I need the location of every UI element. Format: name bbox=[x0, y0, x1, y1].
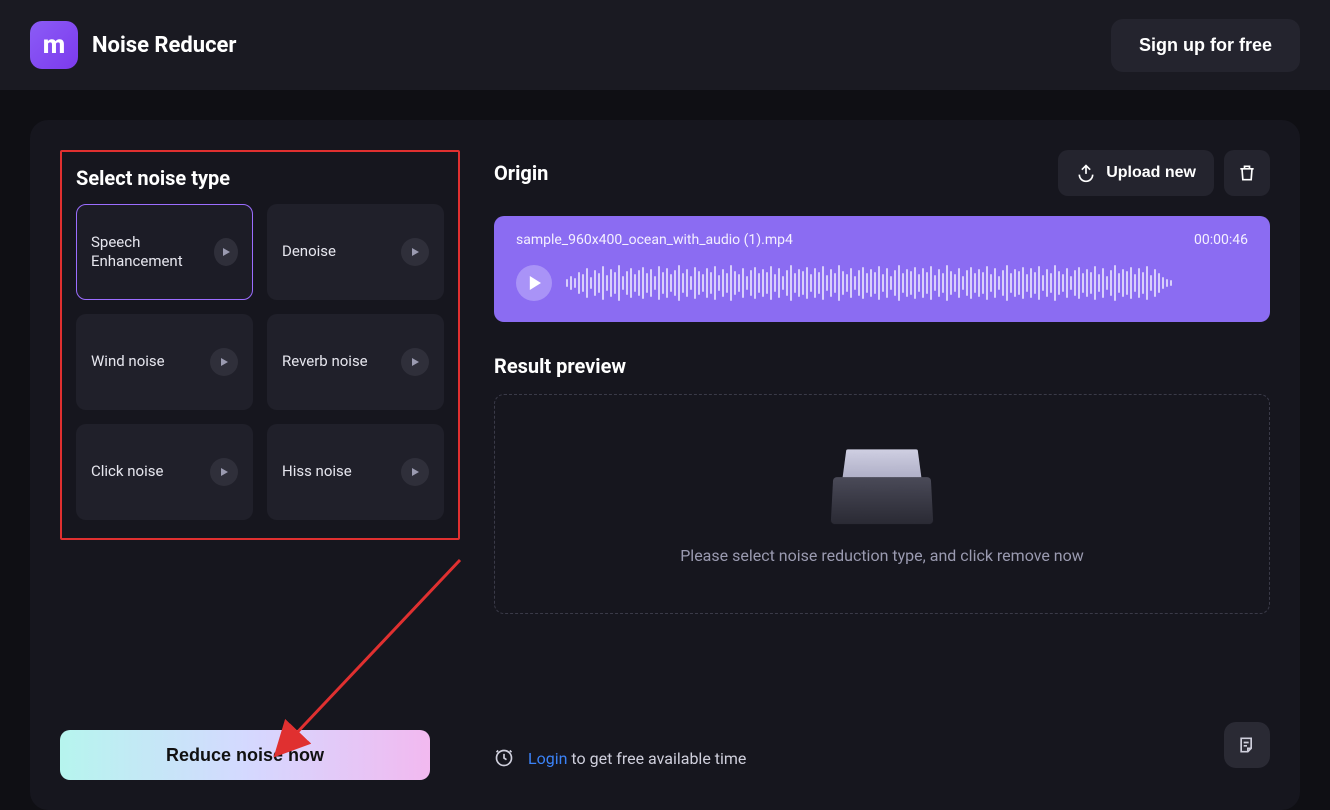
noise-type-reverb-noise[interactable]: Reverb noise bbox=[267, 314, 444, 410]
noise-type-wind-noise[interactable]: Wind noise bbox=[76, 314, 253, 410]
play-icon[interactable] bbox=[210, 348, 238, 376]
app-title: Noise Reducer bbox=[92, 33, 237, 58]
noise-type-label: Speech Enhancement bbox=[91, 233, 214, 272]
audio-duration: 00:00:46 bbox=[1194, 232, 1248, 248]
header: m Noise Reducer Sign up for free bbox=[0, 0, 1330, 90]
feedback-button[interactable] bbox=[1224, 722, 1270, 768]
noise-type-speech-enhancement[interactable]: Speech Enhancement bbox=[76, 204, 253, 300]
trash-icon bbox=[1237, 163, 1257, 183]
noise-type-title: Select noise type bbox=[76, 166, 444, 190]
empty-inbox-icon bbox=[832, 444, 932, 524]
play-icon[interactable] bbox=[401, 238, 429, 266]
play-icon[interactable] bbox=[401, 458, 429, 486]
app-logo: m bbox=[30, 21, 78, 69]
result-preview-title: Result preview bbox=[494, 354, 1270, 378]
noise-type-grid: Speech Enhancement Denoise Wind noise Re… bbox=[76, 204, 444, 520]
origin-audio-panel: sample_960x400_ocean_with_audio (1).mp4 … bbox=[494, 216, 1270, 322]
noise-type-panel: Select noise type Speech Enhancement Den… bbox=[60, 150, 460, 540]
reduce-noise-button[interactable]: Reduce noise now bbox=[60, 730, 430, 780]
upload-icon bbox=[1076, 163, 1096, 183]
play-icon bbox=[527, 276, 541, 290]
noise-type-label: Wind noise bbox=[91, 352, 165, 372]
noise-type-label: Reverb noise bbox=[282, 352, 368, 372]
clock-icon bbox=[494, 748, 514, 768]
audio-play-button[interactable] bbox=[516, 265, 552, 301]
noise-type-hiss-noise[interactable]: Hiss noise bbox=[267, 424, 444, 520]
note-icon bbox=[1237, 735, 1257, 755]
audio-filename: sample_960x400_ocean_with_audio (1).mp4 bbox=[516, 232, 793, 248]
origin-title: Origin bbox=[494, 161, 548, 185]
right-column: Origin Upload new bbox=[494, 150, 1270, 780]
play-icon[interactable] bbox=[210, 458, 238, 486]
play-icon[interactable] bbox=[401, 348, 429, 376]
play-icon[interactable] bbox=[214, 238, 238, 266]
header-left: m Noise Reducer bbox=[30, 21, 237, 69]
delete-button[interactable] bbox=[1224, 150, 1270, 196]
sign-up-button[interactable]: Sign up for free bbox=[1111, 19, 1300, 72]
noise-type-label: Click noise bbox=[91, 462, 163, 482]
login-link[interactable]: Login bbox=[528, 749, 567, 768]
noise-type-label: Hiss noise bbox=[282, 462, 352, 482]
footer-text: to get free available time bbox=[567, 749, 746, 768]
noise-type-click-noise[interactable]: Click noise bbox=[76, 424, 253, 520]
result-preview-box: Please select noise reduction type, and … bbox=[494, 394, 1270, 614]
upload-new-label: Upload new bbox=[1106, 164, 1196, 182]
audio-waveform[interactable] bbox=[566, 262, 1248, 304]
left-column: Select noise type Speech Enhancement Den… bbox=[60, 150, 460, 780]
footer-row: Login to get free available time bbox=[494, 748, 1270, 768]
noise-type-label: Denoise bbox=[282, 242, 336, 262]
main-card: Select noise type Speech Enhancement Den… bbox=[30, 120, 1300, 810]
result-placeholder-text: Please select noise reduction type, and … bbox=[680, 546, 1084, 565]
upload-new-button[interactable]: Upload new bbox=[1058, 150, 1214, 196]
noise-type-denoise[interactable]: Denoise bbox=[267, 204, 444, 300]
